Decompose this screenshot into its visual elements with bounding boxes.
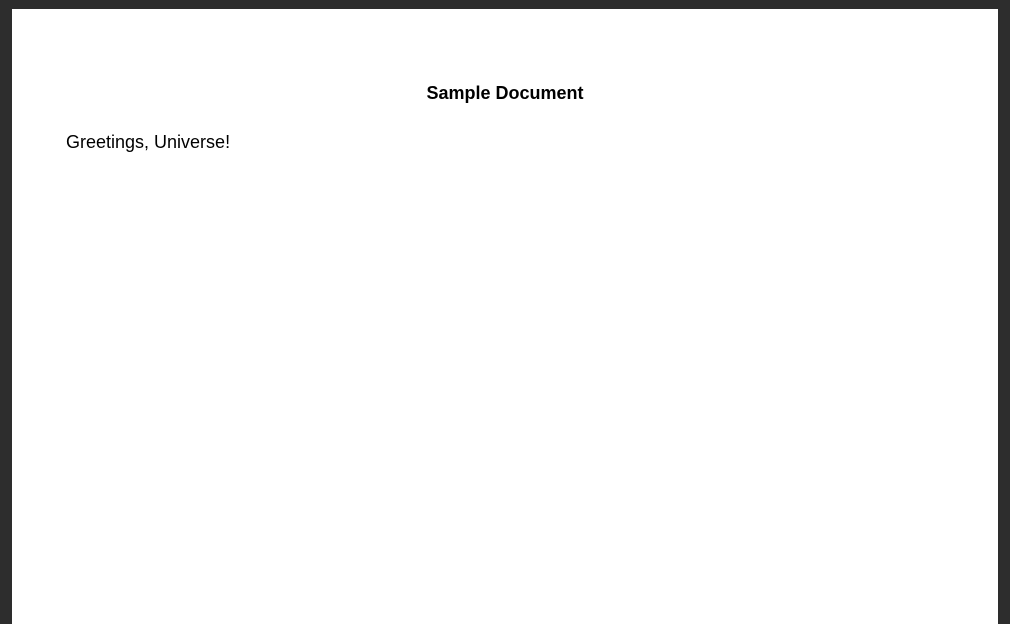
document-title: Sample Document [66, 83, 944, 104]
document-body-text: Greetings, Universe! [66, 132, 944, 153]
document-viewer: Sample Document Greetings, Universe! [0, 0, 1010, 624]
document-page: Sample Document Greetings, Universe! [12, 9, 998, 624]
